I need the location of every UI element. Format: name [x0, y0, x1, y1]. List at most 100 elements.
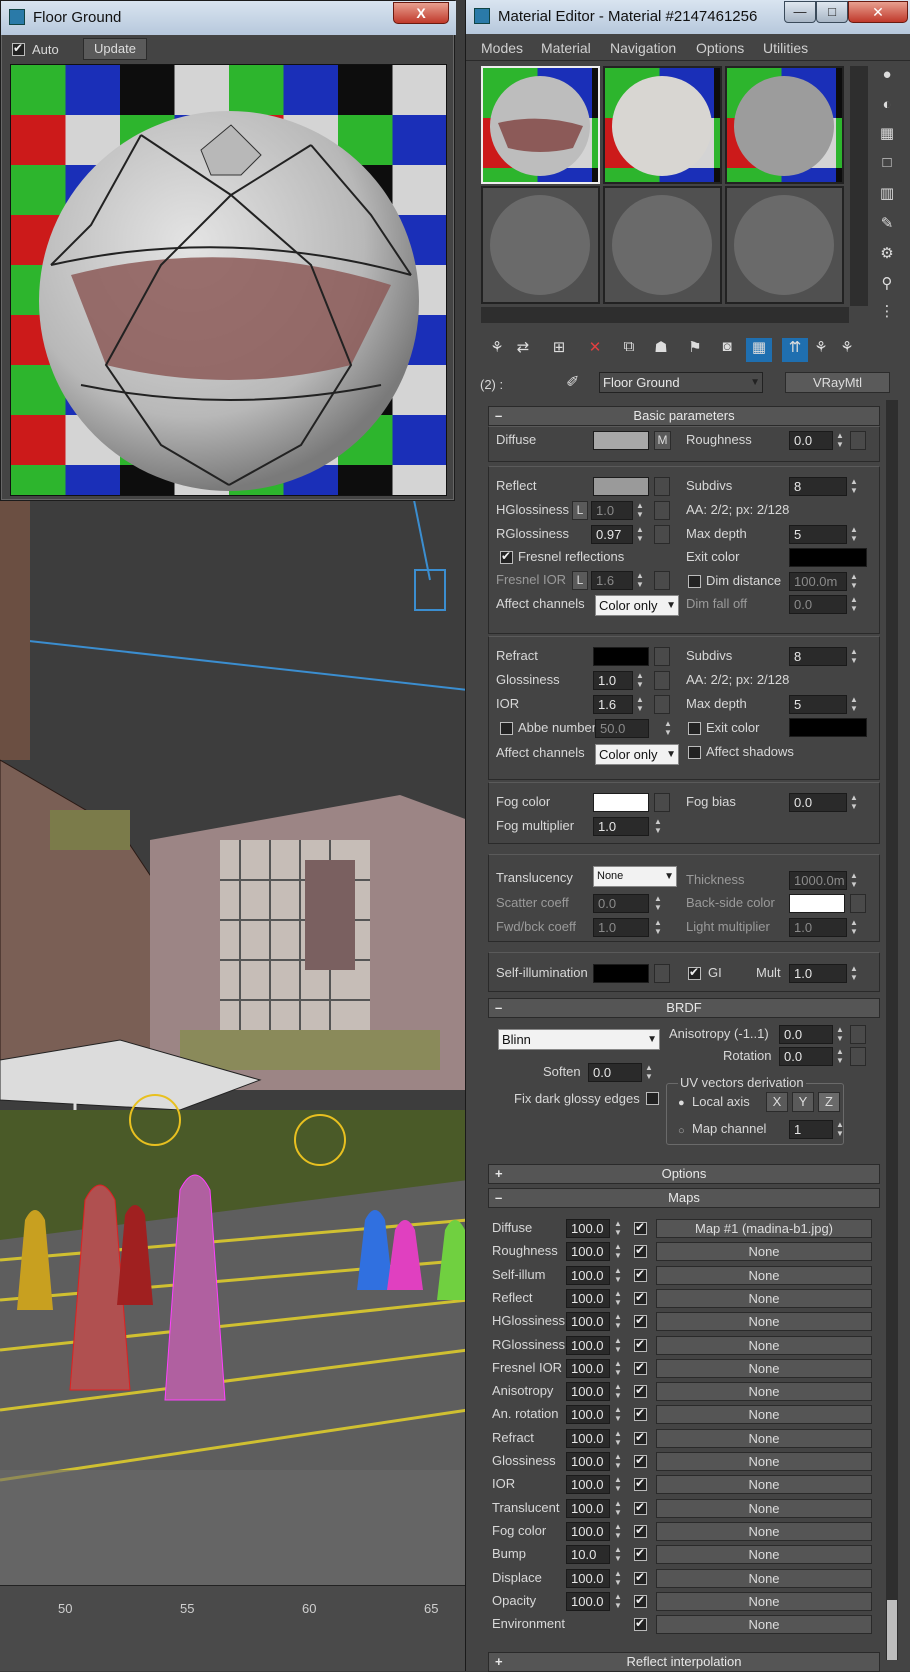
update-button[interactable]: Update [83, 38, 147, 60]
hglossiness-spinner[interactable]: ▲ ▼ [634, 501, 646, 520]
material-id-icon[interactable]: ⚑ [682, 338, 708, 362]
sample-uv-icon[interactable]: □ [874, 154, 900, 178]
map-row-amount-spinner[interactable]: ▲ ▼ [612, 1429, 624, 1448]
self-illumination-color-swatch[interactable] [593, 964, 649, 983]
menu-utilities[interactable]: Utilities [763, 40, 808, 56]
select-by-material-icon[interactable]: ⚲ [874, 274, 900, 298]
backside-color-map-button[interactable] [850, 894, 866, 913]
timeline-ruler[interactable]: 50 55 60 65 [0, 1585, 468, 1671]
maximize-button[interactable]: □ [816, 1, 848, 23]
map-row-amount-spinner[interactable]: ▲ ▼ [612, 1382, 624, 1401]
map-row-amount-spinner[interactable]: ▲ ▼ [612, 1266, 624, 1285]
backside-color-swatch[interactable] [789, 894, 845, 913]
map-row-amount-spinner[interactable]: ▲ ▼ [612, 1569, 624, 1588]
roughness-map-button[interactable] [850, 431, 866, 450]
sample-slot-3[interactable] [725, 66, 844, 184]
fog-multiplier-spinner[interactable]: ▲ ▼ [652, 817, 664, 836]
anisotropy-spinner[interactable]: ▲ ▼ [834, 1025, 846, 1044]
ior-spinner[interactable]: ▲ ▼ [634, 695, 646, 714]
refract-subdivs-spinner[interactable]: ▲ ▼ [848, 647, 860, 666]
sample-type-icon[interactable]: ● [874, 66, 900, 90]
map-row-amount-spinner[interactable]: ▲ ▼ [612, 1452, 624, 1471]
anisotropy-field[interactable]: 0.0 [779, 1025, 833, 1044]
reflect-map-button[interactable] [654, 477, 670, 496]
soften-field[interactable]: 0.0 [588, 1063, 642, 1082]
diffuse-color-swatch[interactable] [593, 431, 649, 450]
make-preview-icon[interactable]: ✎ [874, 214, 900, 238]
map-row-amount-spinner[interactable]: ▲ ▼ [612, 1522, 624, 1541]
map-row-map-button[interactable]: Map #1 (madina-b1.jpg) [656, 1219, 872, 1238]
dim-falloff-field[interactable]: 0.0 [789, 595, 847, 614]
slots-vertical-scrollbar[interactable] [850, 66, 868, 306]
map-row-amount[interactable]: 100.0 [566, 1475, 610, 1494]
map-row-amount-spinner[interactable]: ▲ ▼ [612, 1475, 624, 1494]
fix-dark-edges-checkbox[interactable] [646, 1092, 659, 1105]
refract-map-button[interactable] [654, 647, 670, 666]
ior-field[interactable]: 1.6 [593, 695, 633, 714]
map-row-amount-spinner[interactable]: ▲ ▼ [612, 1289, 624, 1308]
dim-distance-spinner[interactable]: ▲ ▼ [848, 572, 860, 591]
show-map-icon[interactable]: ▦ [746, 338, 772, 362]
translucency-dropdown[interactable]: None [593, 866, 677, 887]
get-material-icon[interactable]: ⚘ [484, 338, 510, 362]
refract-max-depth-field[interactable]: 5 [789, 695, 847, 714]
map-row-enable-checkbox[interactable] [634, 1406, 647, 1421]
auto-checkbox[interactable] [12, 41, 25, 56]
menu-navigation[interactable]: Navigation [610, 40, 676, 56]
abbe-checkbox[interactable] [500, 722, 513, 735]
pick-material-icon[interactable]: ⚘ [834, 338, 860, 362]
thickness-spinner[interactable]: ▲ ▼ [848, 871, 860, 890]
map-row-amount[interactable]: 100.0 [566, 1289, 610, 1308]
reflect-affect-channels-dropdown[interactable]: Color only [595, 595, 679, 616]
ior-map-button[interactable] [654, 695, 670, 714]
map-channel-field[interactable]: 1 [789, 1120, 833, 1139]
map-row-amount[interactable]: 100.0 [566, 1499, 610, 1518]
sample-slot-4[interactable] [481, 186, 600, 304]
map-row-map-button[interactable]: None [656, 1615, 872, 1634]
reset-map-icon[interactable]: ✕ [582, 338, 608, 362]
map-row-enable-checkbox[interactable] [634, 1430, 647, 1445]
refract-max-depth-spinner[interactable]: ▲ ▼ [848, 695, 860, 714]
panel-scrollbar[interactable] [886, 400, 898, 1660]
fresnel-ior-field[interactable]: 1.6 [591, 571, 633, 590]
floor-window-close-button[interactable]: X [393, 2, 449, 24]
map-row-enable-checkbox[interactable] [634, 1476, 647, 1491]
axis-z-button[interactable]: Z [818, 1092, 840, 1112]
menu-material[interactable]: Material [541, 40, 591, 56]
map-row-amount[interactable]: 100.0 [566, 1219, 610, 1238]
fresnel-ior-map-button[interactable] [654, 571, 670, 590]
refract-glossiness-field[interactable]: 1.0 [593, 671, 633, 690]
map-row-amount-spinner[interactable]: ▲ ▼ [612, 1359, 624, 1378]
dim-distance-checkbox[interactable] [688, 575, 701, 588]
map-row-amount[interactable]: 100.0 [566, 1336, 610, 1355]
fresnel-ior-spinner[interactable]: ▲ ▼ [634, 571, 646, 590]
abbe-field[interactable]: 50.0 [595, 719, 649, 738]
scatter-coeff-spinner[interactable]: ▲ ▼ [652, 894, 664, 913]
rglossiness-field[interactable]: 0.97 [591, 525, 633, 544]
map-row-map-button[interactable]: None [656, 1242, 872, 1261]
video-color-check-icon[interactable]: ▥ [874, 184, 900, 208]
anisotropy-map-button[interactable] [850, 1025, 866, 1044]
put-to-library-icon[interactable]: ☗ [648, 338, 674, 362]
hglossiness-map-button[interactable] [654, 501, 670, 520]
map-row-amount[interactable]: 100.0 [566, 1429, 610, 1448]
map-row-map-button[interactable]: None [656, 1266, 872, 1285]
light-multiplier-spinner[interactable]: ▲ ▼ [848, 918, 860, 937]
material-type-button[interactable]: VRayMtl [785, 372, 890, 393]
menu-options[interactable]: Options [696, 40, 744, 56]
fog-bias-field[interactable]: 0.0 [789, 793, 847, 812]
map-row-map-button[interactable]: None [656, 1569, 872, 1588]
map-row-amount[interactable]: 100.0 [566, 1266, 610, 1285]
map-row-amount[interactable]: 100.0 [566, 1569, 610, 1588]
reflect-subdivs-field[interactable]: 8 [789, 477, 847, 496]
roughness-field[interactable]: 0.0 [789, 431, 833, 450]
map-row-map-button[interactable]: None [656, 1545, 872, 1564]
map-row-map-button[interactable]: None [656, 1475, 872, 1494]
map-row-map-button[interactable]: None [656, 1289, 872, 1308]
map-channel-spinner[interactable]: ▲ ▼ [834, 1120, 846, 1139]
hglossiness-field[interactable]: 1.0 [591, 501, 633, 520]
rglossiness-spinner[interactable]: ▲ ▼ [634, 525, 646, 544]
map-row-enable-checkbox[interactable] [634, 1313, 647, 1328]
fog-color-map-button[interactable] [654, 793, 670, 812]
map-row-amount-spinner[interactable]: ▲ ▼ [612, 1499, 624, 1518]
